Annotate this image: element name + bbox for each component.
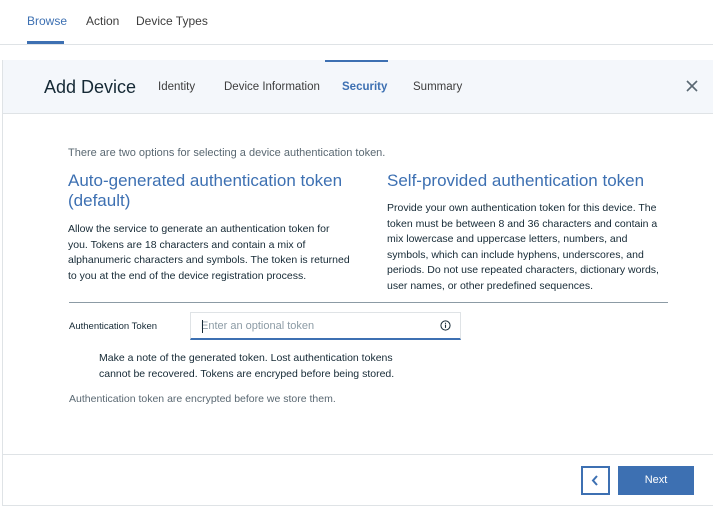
auth-token-label: Authentication Token: [69, 321, 158, 332]
info-icon[interactable]: [440, 320, 451, 331]
close-icon[interactable]: [683, 77, 701, 95]
back-button[interactable]: [581, 466, 610, 495]
footer-divider: [3, 454, 713, 455]
top-nav: Browse Action Device Types: [0, 0, 713, 45]
active-tab-indicator: [27, 41, 64, 44]
encryption-footnote: Authentication token are encrypted befor…: [69, 393, 336, 405]
tab-device-types[interactable]: Device Types: [136, 14, 208, 28]
tab-action[interactable]: Action: [86, 14, 119, 28]
auto-token-title: Auto-generated authentication token (def…: [68, 171, 343, 210]
auto-token-description: Allow the service to generate an authent…: [68, 223, 350, 282]
token-note: Make a note of the generated token. Lost…: [99, 352, 395, 380]
modal-title: Add Device: [44, 77, 137, 97]
self-token-title: Self-provided authentication token: [387, 171, 645, 190]
auth-token-field: [190, 312, 461, 340]
next-button[interactable]: Next: [618, 466, 694, 495]
section-divider: [69, 302, 668, 303]
add-device-modal: Add Device Identity Device Information S…: [2, 60, 713, 506]
text-caret: [202, 320, 203, 333]
self-token-description: Provide your own authentication token fo…: [387, 202, 659, 292]
intro-text: There are two options for selecting a de…: [68, 147, 386, 159]
chevron-left-icon: [591, 475, 598, 486]
step-summary[interactable]: Summary: [413, 81, 462, 93]
modal-header: Add Device Identity Device Information S…: [3, 60, 713, 114]
step-security[interactable]: Security: [342, 81, 387, 93]
tab-browse[interactable]: Browse: [27, 14, 67, 28]
auth-token-input[interactable]: [201, 313, 431, 339]
step-identity[interactable]: Identity: [158, 81, 195, 93]
step-device-information[interactable]: Device Information: [224, 81, 320, 93]
active-step-indicator: [325, 60, 388, 62]
